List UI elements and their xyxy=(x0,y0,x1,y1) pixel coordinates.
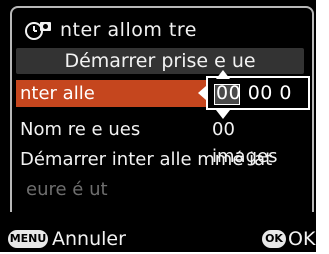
menu-item-start-immediately[interactable]: Démarrer inter alle mmé iat xyxy=(16,146,306,173)
cancel-label[interactable]: Annuler xyxy=(52,227,126,251)
ok-button-icon[interactable]: OK xyxy=(262,230,286,248)
menu-button-icon[interactable]: MENU xyxy=(8,230,48,248)
menu-item-interval[interactable]: nter alle xyxy=(16,80,216,107)
menu-item-start-time: eure é ut xyxy=(16,176,306,203)
arrow-left-icon xyxy=(198,86,206,100)
ok-label[interactable]: OK xyxy=(288,227,315,251)
interval-label: nter alle xyxy=(20,83,95,104)
self-timer-icon xyxy=(25,22,51,40)
interval-timer-screen: nter allom tre Démarrer prise e ue nter … xyxy=(0,0,316,252)
start-immediately-label: Démarrer inter alle mmé iat xyxy=(20,149,273,170)
arrow-up-icon[interactable] xyxy=(216,70,230,79)
interval-value-editor[interactable]: 00 00 0 xyxy=(206,76,310,110)
menu-item-shots[interactable]: Nom re e ues 00 images xyxy=(16,116,306,167)
menu-header: nter allom tre xyxy=(24,16,197,44)
page-title: nter allom tre xyxy=(60,19,197,41)
start-shooting-button[interactable]: Démarrer prise e ue xyxy=(16,48,304,74)
start-time-label: eure é ut xyxy=(26,179,108,200)
shots-label: Nom re e ues xyxy=(20,119,141,140)
interval-value: 00 00 0 xyxy=(216,82,293,104)
footer-bar: MENU Annuler OK OK xyxy=(0,226,316,252)
